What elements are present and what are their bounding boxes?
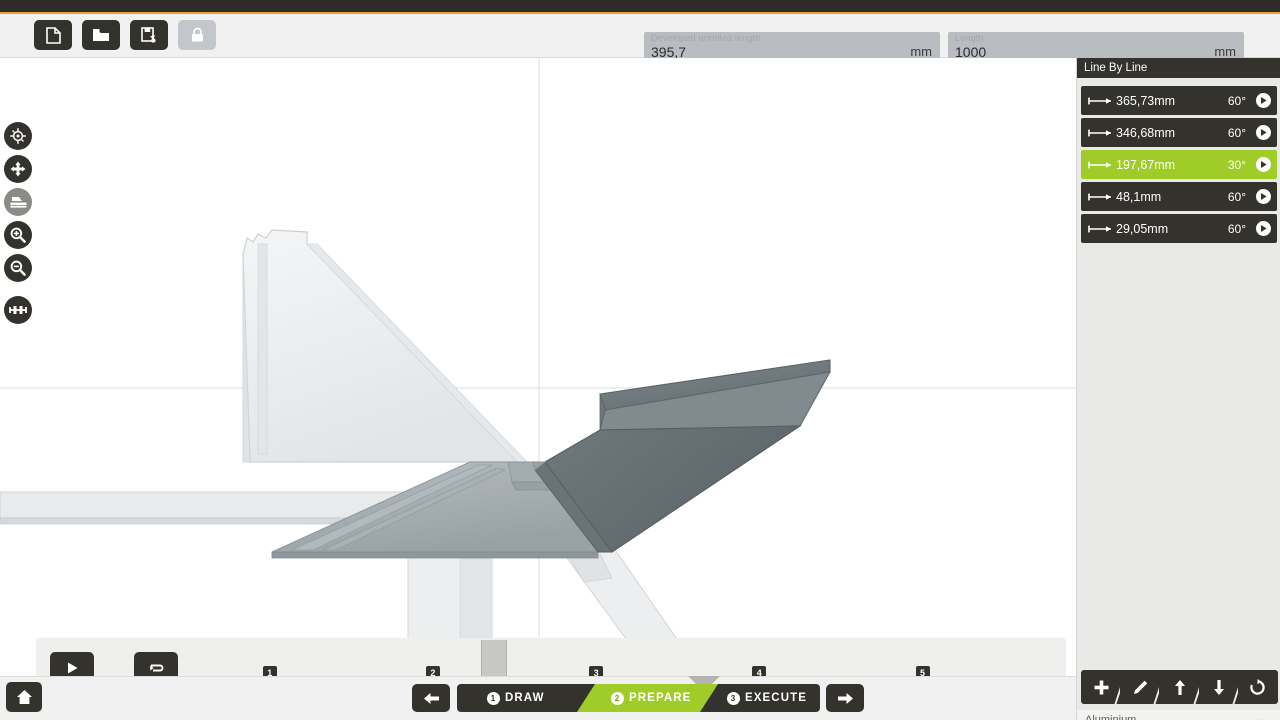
bend-length: 29,05mm — [1116, 221, 1169, 236]
bend-row[interactable]: 48,1mm 60° — [1081, 182, 1277, 211]
bend-angle: 60° — [1227, 189, 1246, 204]
previous-step-button[interactable] — [412, 684, 450, 712]
bend-row[interactable]: 29,05mm 60° — [1081, 214, 1277, 243]
step-number: 3 — [727, 691, 740, 705]
bend-length: 365,73mm — [1116, 93, 1176, 108]
developed-length-label: Developed unrolled length — [651, 33, 761, 43]
panel-title: Line By Line — [1077, 58, 1280, 78]
section-view-tool[interactable] — [4, 188, 32, 216]
pan-tool[interactable] — [4, 155, 32, 183]
save-as-icon — [141, 26, 156, 43]
play-row-icon — [1261, 193, 1267, 200]
arrow-down-icon — [1213, 679, 1224, 695]
arrow-up-icon — [1174, 679, 1185, 695]
model-viewport[interactable]: 12345 — [0, 58, 1076, 720]
move-up-button[interactable] — [1159, 670, 1207, 704]
refresh-icon — [1250, 678, 1266, 695]
line-by-line-panel: Line By Line 365,73mm 60° 346,68mm 60° 197,6… — [1076, 58, 1280, 720]
open-file-button[interactable] — [82, 20, 120, 50]
top-toolbar: Developed unrolled length 395,7 mm Lengt… — [0, 14, 1280, 66]
arrow-left-icon — [423, 692, 439, 704]
pan-arrows-icon — [10, 161, 26, 177]
bend-row[interactable]: 197,67mm 30° — [1081, 150, 1277, 179]
step-number: 1 — [487, 691, 500, 705]
unbent-flange-ghost — [242, 229, 528, 463]
save-as-button[interactable] — [130, 20, 168, 50]
sheet-right-wing-upper — [599, 359, 831, 431]
pencil-icon — [1133, 680, 1147, 694]
add-bend-button[interactable] — [1081, 670, 1128, 704]
next-step-button[interactable] — [826, 684, 864, 712]
zoom-out-tool[interactable] — [4, 254, 32, 282]
bend-goto-button[interactable] — [1256, 157, 1271, 172]
3d-model-view — [0, 58, 1076, 720]
play-icon — [67, 662, 77, 674]
bend-length: 346,68mm — [1116, 125, 1176, 140]
lock-icon — [191, 27, 203, 42]
document-icon — [45, 26, 61, 44]
fit-to-screen-tool[interactable] — [4, 296, 32, 324]
title-strip — [0, 0, 1280, 12]
workflow-step-execute[interactable]: 3 EXECUTE — [700, 684, 820, 712]
bend-goto-button[interactable] — [1256, 125, 1271, 140]
play-row-icon — [1261, 161, 1267, 168]
play-row-icon — [1261, 225, 1267, 232]
step-label: DRAW — [505, 692, 545, 704]
bend-list-actions — [1081, 670, 1279, 704]
dimension-icon — [1088, 161, 1111, 168]
folder-icon — [93, 28, 109, 41]
length-label: Length — [955, 33, 984, 43]
bend-length: 197,67mm — [1116, 157, 1176, 172]
fit-screen-icon — [9, 306, 27, 314]
step-label: PREPARE — [629, 692, 692, 704]
dimension-icon — [1088, 193, 1111, 200]
zoom-in-tool[interactable] — [4, 221, 32, 249]
home-icon — [16, 690, 32, 704]
developed-length-unit: mm — [910, 44, 932, 59]
bend-row[interactable]: 346,68mm 60° — [1081, 118, 1277, 147]
new-file-button[interactable] — [34, 20, 72, 50]
section-view-icon — [10, 197, 26, 208]
length-unit: mm — [1214, 44, 1236, 59]
bend-angle: 60° — [1227, 221, 1246, 236]
dimension-icon — [1088, 129, 1111, 136]
bend-row[interactable]: 365,73mm 60° — [1081, 86, 1277, 115]
arrow-right-icon — [837, 692, 853, 704]
bend-length: 48,1mm — [1116, 189, 1162, 204]
material-name: Aluminium — [1085, 714, 1137, 720]
zoom-in-icon — [10, 227, 26, 243]
loop-icon — [149, 664, 163, 671]
zoom-out-icon — [10, 260, 26, 276]
edit-bend-button[interactable] — [1120, 670, 1167, 704]
bend-goto-button[interactable] — [1256, 189, 1271, 204]
reverse-order-button[interactable] — [1237, 670, 1279, 704]
bend-angle: 60° — [1227, 125, 1246, 140]
step-number: 2 — [611, 691, 624, 705]
move-down-button[interactable] — [1198, 670, 1246, 704]
plus-icon — [1094, 680, 1109, 694]
workflow-steps: 1 DRAW 2 PREPARE 3 EXECUTE — [457, 684, 820, 712]
orbit-rotate-tool[interactable] — [4, 122, 32, 150]
bend-angle: 60° — [1227, 93, 1246, 108]
bend-goto-button[interactable] — [1256, 93, 1271, 108]
orbit-icon — [10, 128, 26, 144]
dimension-icon — [1088, 97, 1111, 104]
dimension-icon — [1088, 225, 1111, 232]
play-row-icon — [1261, 129, 1267, 136]
lock-part-button[interactable] — [178, 20, 216, 50]
home-button[interactable] — [6, 682, 42, 712]
material-info-panel: Aluminium 0.7 mm 1mm 0mm — [1077, 710, 1280, 720]
step-label: EXECUTE — [745, 692, 808, 704]
play-row-icon — [1261, 97, 1267, 104]
view-tool-rail — [4, 118, 32, 328]
bend-list[interactable]: 365,73mm 60° 346,68mm 60° 197,67mm 30° 48,1mm 6… — [1077, 86, 1280, 646]
construction-guides — [0, 58, 1076, 720]
bend-angle: 30° — [1227, 157, 1246, 172]
bend-goto-button[interactable] — [1256, 221, 1271, 236]
